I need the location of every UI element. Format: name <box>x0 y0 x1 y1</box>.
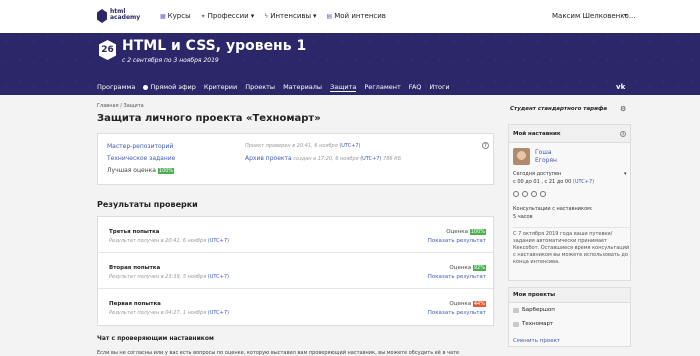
project-item-technomart[interactable]: Техномарт <box>513 321 553 327</box>
tab-results[interactable]: Итоги <box>429 83 449 92</box>
breadcrumb-current[interactable]: Защита <box>123 103 143 109</box>
chevron-down-icon: ▾ <box>624 12 628 19</box>
show-result-link[interactable]: Показать результат <box>428 310 486 316</box>
tab-projects[interactable]: Проекты <box>245 83 275 92</box>
user-menu[interactable]: Максим Шелковенко... ▾ <box>552 12 635 20</box>
tab-live[interactable]: Прямой эфир <box>143 83 196 92</box>
student-tariff: Студент стандартного тарифа ⚙ <box>510 105 627 113</box>
logo-mark-icon <box>97 9 107 23</box>
timezone-link[interactable]: (UTC+7) <box>208 310 229 316</box>
timezone-link[interactable]: (UTC+7) <box>360 156 381 162</box>
results-title: Результаты проверки <box>97 200 198 209</box>
mentor-note: С 7 октября 2019 года ваши путевки/задан… <box>513 227 631 266</box>
top-nav: ▦ Курсы ✦ Профессии ▾ ϟ Интенсивы ▾ ▤ Мой инте… <box>160 12 386 20</box>
projects-card-header: Мои проекты <box>509 288 630 303</box>
course-dates: с 2 сентября по 3 ноября 2019 <box>122 57 219 64</box>
grade-badge: 92% <box>472 265 486 271</box>
mentor-availability: Сегодня доступен с 00 до 01 , с 21 до 00… <box>513 171 627 185</box>
topnav-item-courses[interactable]: ▦ Курсы <box>160 12 191 20</box>
breadcrumb: Главная / Защита <box>97 103 144 109</box>
breadcrumb-home[interactable]: Главная <box>97 103 119 109</box>
checked-time: Проект проверен в 20:41, 6 ноября (UTC+7… <box>245 143 361 149</box>
tab-criteria[interactable]: Критерии <box>204 83 237 92</box>
grade-badge: 44% <box>472 301 486 307</box>
mentor-name[interactable]: Гоша Егорян <box>535 149 557 165</box>
consultations: Консультации с наставником: 5 часов <box>513 206 593 220</box>
change-project-link[interactable]: Сменить проект <box>513 338 560 344</box>
course-nav: Программа Прямой эфир Критерии Проекты М… <box>97 83 450 92</box>
tab-defense[interactable]: Защита <box>330 83 357 92</box>
show-result-link[interactable]: Показать результат <box>428 274 486 280</box>
mentor-card: Мой наставник ? Гоша Егорян Сегодня дост… <box>508 124 631 281</box>
grid-icon: ▦ <box>160 12 166 20</box>
help-icon[interactable]: ? <box>482 142 489 149</box>
telegram-icon[interactable] <box>540 191 546 197</box>
topnav-item-my-intensive[interactable]: ▤ Мой интенсив <box>327 12 386 20</box>
tab-faq[interactable]: FAQ <box>409 83 422 92</box>
tab-rules[interactable]: Регламент <box>364 83 400 92</box>
grade-badge: 100% <box>469 229 486 235</box>
email-icon[interactable] <box>513 191 519 197</box>
top-bar: html academy ▦ Курсы ✦ Профессии ▾ ϟ Интенси… <box>0 0 700 33</box>
tab-program[interactable]: Программа <box>97 83 135 92</box>
tab-materials[interactable]: Материалы <box>283 83 322 92</box>
best-grade: Лучшая оценка 100% <box>107 167 175 174</box>
master-repo-link[interactable]: Мастер-репозиторий <box>107 143 173 150</box>
chat-description: Если вы не согласны или у вас есть вопро… <box>97 350 460 356</box>
bolt-icon: ϟ <box>264 12 269 20</box>
avatar[interactable] <box>513 148 530 165</box>
project-item-barbershop[interactable]: Барбершоп <box>513 307 555 313</box>
topnav-item-intensives[interactable]: ϟ Интенсивы ▾ <box>264 12 316 20</box>
gear-icon[interactable]: ⚙ <box>620 105 626 113</box>
timezone-link[interactable]: (UTC+7) <box>208 238 229 244</box>
logo-text: html academy <box>110 8 141 21</box>
list-item: Вторая попытка Результат получен в 23:39… <box>98 253 493 289</box>
show-result-link[interactable]: Показать результат <box>428 238 486 244</box>
archive-link[interactable]: Архив проекта <box>245 155 292 162</box>
chat-title: Чат с проверяющим наставником <box>97 335 214 342</box>
list-item: Третья попытка Результат получен в 20:41… <box>98 217 493 253</box>
topnav-item-professions[interactable]: ✦ Профессии ▾ <box>201 12 255 20</box>
attempts-list: Третья попытка Результат получен в 20:41… <box>97 216 494 326</box>
timezone-link[interactable]: (UTC+7) <box>208 274 229 280</box>
live-dot-icon <box>143 84 149 90</box>
spec-link[interactable]: Техническое задание <box>107 155 175 162</box>
chevron-down-icon[interactable]: ▾ <box>624 170 627 178</box>
star-icon: ✦ <box>200 12 206 20</box>
skype-icon[interactable] <box>522 191 528 197</box>
best-grade-badge: 100% <box>157 168 175 174</box>
timezone-link[interactable]: (UTC+7) <box>573 179 594 185</box>
list-icon: ▤ <box>326 12 333 20</box>
chevron-down-icon: ▾ <box>250 12 255 20</box>
logo[interactable]: html academy <box>97 8 141 26</box>
projects-card: Мои проекты Барбершоп Техномарт Сменить … <box>508 287 631 347</box>
project-panel: Мастер-репозиторий Техническое задание Л… <box>97 133 494 185</box>
help-icon[interactable]: ? <box>620 131 626 137</box>
github-icon[interactable] <box>531 191 537 197</box>
project-icon <box>513 307 519 313</box>
course-title: HTML и CSS, уровень 1 <box>122 38 307 54</box>
list-item: Первая попытка Результат получен в 04:27… <box>109 301 486 316</box>
vk-icon[interactable]: vk <box>616 83 625 91</box>
course-header: 26 HTML и CSS, уровень 1 с 2 сентября по… <box>0 33 700 95</box>
chevron-down-icon: ▾ <box>313 12 317 20</box>
timezone-link[interactable]: (UTC+7) <box>339 143 360 149</box>
contact-icons <box>513 191 546 197</box>
mentor-card-header: Мой наставник ? <box>509 125 630 143</box>
archive-row: Архив проекта создан в 17:20, 6 ноября (… <box>245 155 402 162</box>
page-title: Защита личного проекта «Техномарт» <box>97 113 321 124</box>
project-icon <box>513 321 519 327</box>
